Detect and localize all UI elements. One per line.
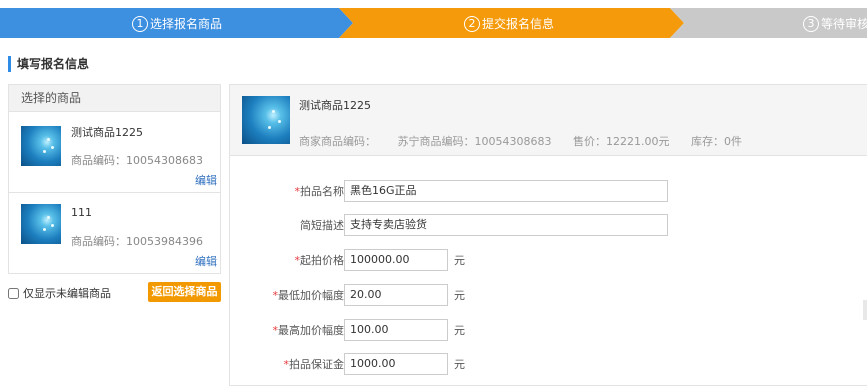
form-row-min-increment: *最低加价幅度： 元 (230, 284, 867, 308)
step-1-label: 选择报名商品 (150, 17, 223, 31)
product-meta: 商家商品编码： 苏宁商品编码：10054308683 售价：12221.00元 … (299, 133, 760, 149)
edit-link[interactable]: 编辑 (195, 253, 217, 269)
form-row-short-desc: 简短描述： (230, 214, 867, 238)
scrollbar-thumb[interactable] (863, 300, 867, 320)
short-desc-input[interactable] (344, 214, 668, 236)
price: 售价：12221.00元 (572, 135, 670, 148)
only-unedited-checkbox[interactable] (8, 287, 19, 299)
step-3: 3 等待审核 (803, 5, 867, 43)
product-list-item[interactable]: 111 商品编码：10053984396 编辑 (9, 193, 220, 273)
unit-yuan: 元 (454, 289, 465, 302)
product-name: 111 (71, 206, 92, 219)
max-increment-input[interactable] (344, 319, 448, 341)
selected-products-panel: 选择的商品 测试商品1225 商品编码：10054308683 编辑 111 商… (8, 84, 221, 274)
step-3-label: 等待审核 (821, 17, 867, 31)
min-increment-label: *最低加价幅度： (273, 284, 356, 308)
auction-name-input[interactable] (344, 180, 668, 202)
edit-link[interactable]: 编辑 (195, 172, 217, 188)
stock: 库存：0件 (690, 135, 742, 148)
step-2-number: 2 (464, 15, 480, 32)
step-3-number: 3 (803, 15, 819, 32)
back-to-select-button[interactable]: 返回选择商品 (148, 282, 221, 302)
product-code: 商品编码：10053984396 (71, 235, 203, 248)
step-1-number: 1 (132, 15, 148, 32)
product-code: 商品编码：10054308683 (71, 154, 203, 167)
form-row-max-increment: *最高加价幅度： 元 (230, 319, 867, 343)
product-detail-panel: 测试商品1225 商家商品编码： 苏宁商品编码：10054308683 售价：1… (229, 84, 867, 386)
product-summary: 测试商品1225 商家商品编码： 苏宁商品编码：10054308683 售价：1… (230, 85, 867, 156)
unit-yuan: 元 (454, 358, 465, 371)
product-thumbnail (21, 204, 61, 244)
product-thumbnail (242, 96, 290, 144)
section-title: 填写报名信息 (8, 56, 89, 72)
min-increment-input[interactable] (344, 284, 448, 306)
form-row-auction-name: *拍品名称： (230, 180, 867, 204)
step-2: 2 提交报名信息 (464, 5, 554, 43)
start-price-input[interactable] (344, 249, 448, 271)
step-progress-bar: 1 选择报名商品 2 提交报名信息 3 等待审核 (0, 0, 867, 38)
product-thumbnail (21, 126, 61, 166)
step-2-label: 提交报名信息 (482, 17, 555, 31)
unit-yuan: 元 (454, 254, 465, 267)
max-increment-label: *最高加价幅度： (273, 319, 356, 343)
only-unedited-label: 仅显示未编辑商品 (23, 287, 111, 300)
only-unedited-filter[interactable]: 仅显示未编辑商品 (8, 285, 111, 301)
selected-products-header: 选择的商品 (9, 85, 220, 112)
product-list-item[interactable]: 测试商品1225 商品编码：10054308683 编辑 (9, 112, 220, 193)
suning-code: 苏宁商品编码：10054308683 (397, 135, 552, 148)
form-row-start-price: *起拍价格： 元 (230, 249, 867, 273)
deposit-input[interactable] (344, 353, 448, 375)
merchant-code: 商家商品编码： (299, 135, 376, 148)
form-row-deposit: *拍品保证金： 元 (230, 353, 867, 377)
product-name: 测试商品1225 (71, 126, 143, 139)
step-arrows (0, 8, 867, 38)
step-1: 1 选择报名商品 (132, 5, 222, 43)
product-name: 测试商品1225 (299, 99, 371, 112)
unit-yuan: 元 (454, 324, 465, 337)
